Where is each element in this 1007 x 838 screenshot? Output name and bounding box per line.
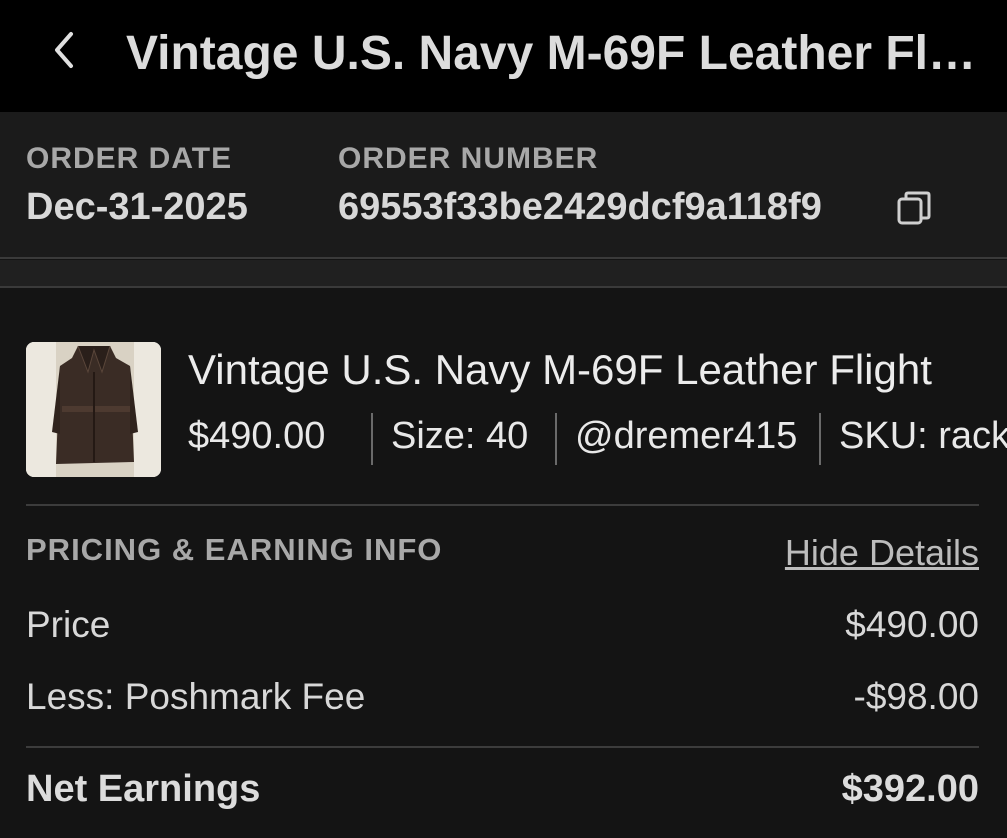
net-earnings-label: Net Earnings [26, 768, 261, 810]
section-spacer [0, 260, 1007, 286]
top-app-bar: Vintage U.S. Navy M-69F Leather Fli… [0, 0, 1007, 112]
copy-order-number-button[interactable] [894, 188, 934, 228]
divider [26, 504, 979, 506]
back-button[interactable] [36, 22, 92, 78]
page-title: Vintage U.S. Navy M-69F Leather Fli… [126, 27, 986, 80]
order-summary: ORDER DATE Dec-31-2025 ORDER NUMBER 6955… [0, 112, 1007, 258]
item-price: $490.00 [188, 415, 326, 457]
order-number-value: 69553f33be2429dcf9a118f9 [338, 186, 822, 228]
net-earnings-value: $392.00 [841, 768, 979, 810]
chevron-left-icon [55, 32, 73, 68]
fee-value: -$98.00 [853, 676, 980, 717]
pricing-section-label: PRICING & EARNING INFO [26, 532, 443, 567]
fee-label: Less: Poshmark Fee [26, 676, 366, 717]
price-value: $490.00 [845, 604, 979, 645]
order-date-label: ORDER DATE [26, 142, 233, 175]
item-title[interactable]: Vintage U.S. Navy M-69F Leather Flight [188, 344, 932, 396]
order-date-value: Dec-31-2025 [26, 186, 248, 228]
item-thumbnail[interactable] [26, 342, 161, 477]
divider [0, 257, 1007, 259]
order-number-label: ORDER NUMBER [338, 142, 599, 175]
meta-separator [371, 413, 373, 465]
divider [26, 746, 979, 748]
item-sku: SKU: rack [839, 415, 1007, 457]
hide-details-link[interactable]: Hide Details [785, 532, 979, 574]
leather-coat-image [26, 342, 161, 477]
divider [0, 286, 1007, 288]
meta-separator [819, 413, 821, 465]
copy-icon [897, 191, 931, 225]
item-size: Size: 40 [391, 415, 529, 457]
meta-separator [555, 413, 557, 465]
item-seller[interactable]: @dremer415 [575, 410, 797, 462]
price-label: Price [26, 604, 111, 645]
